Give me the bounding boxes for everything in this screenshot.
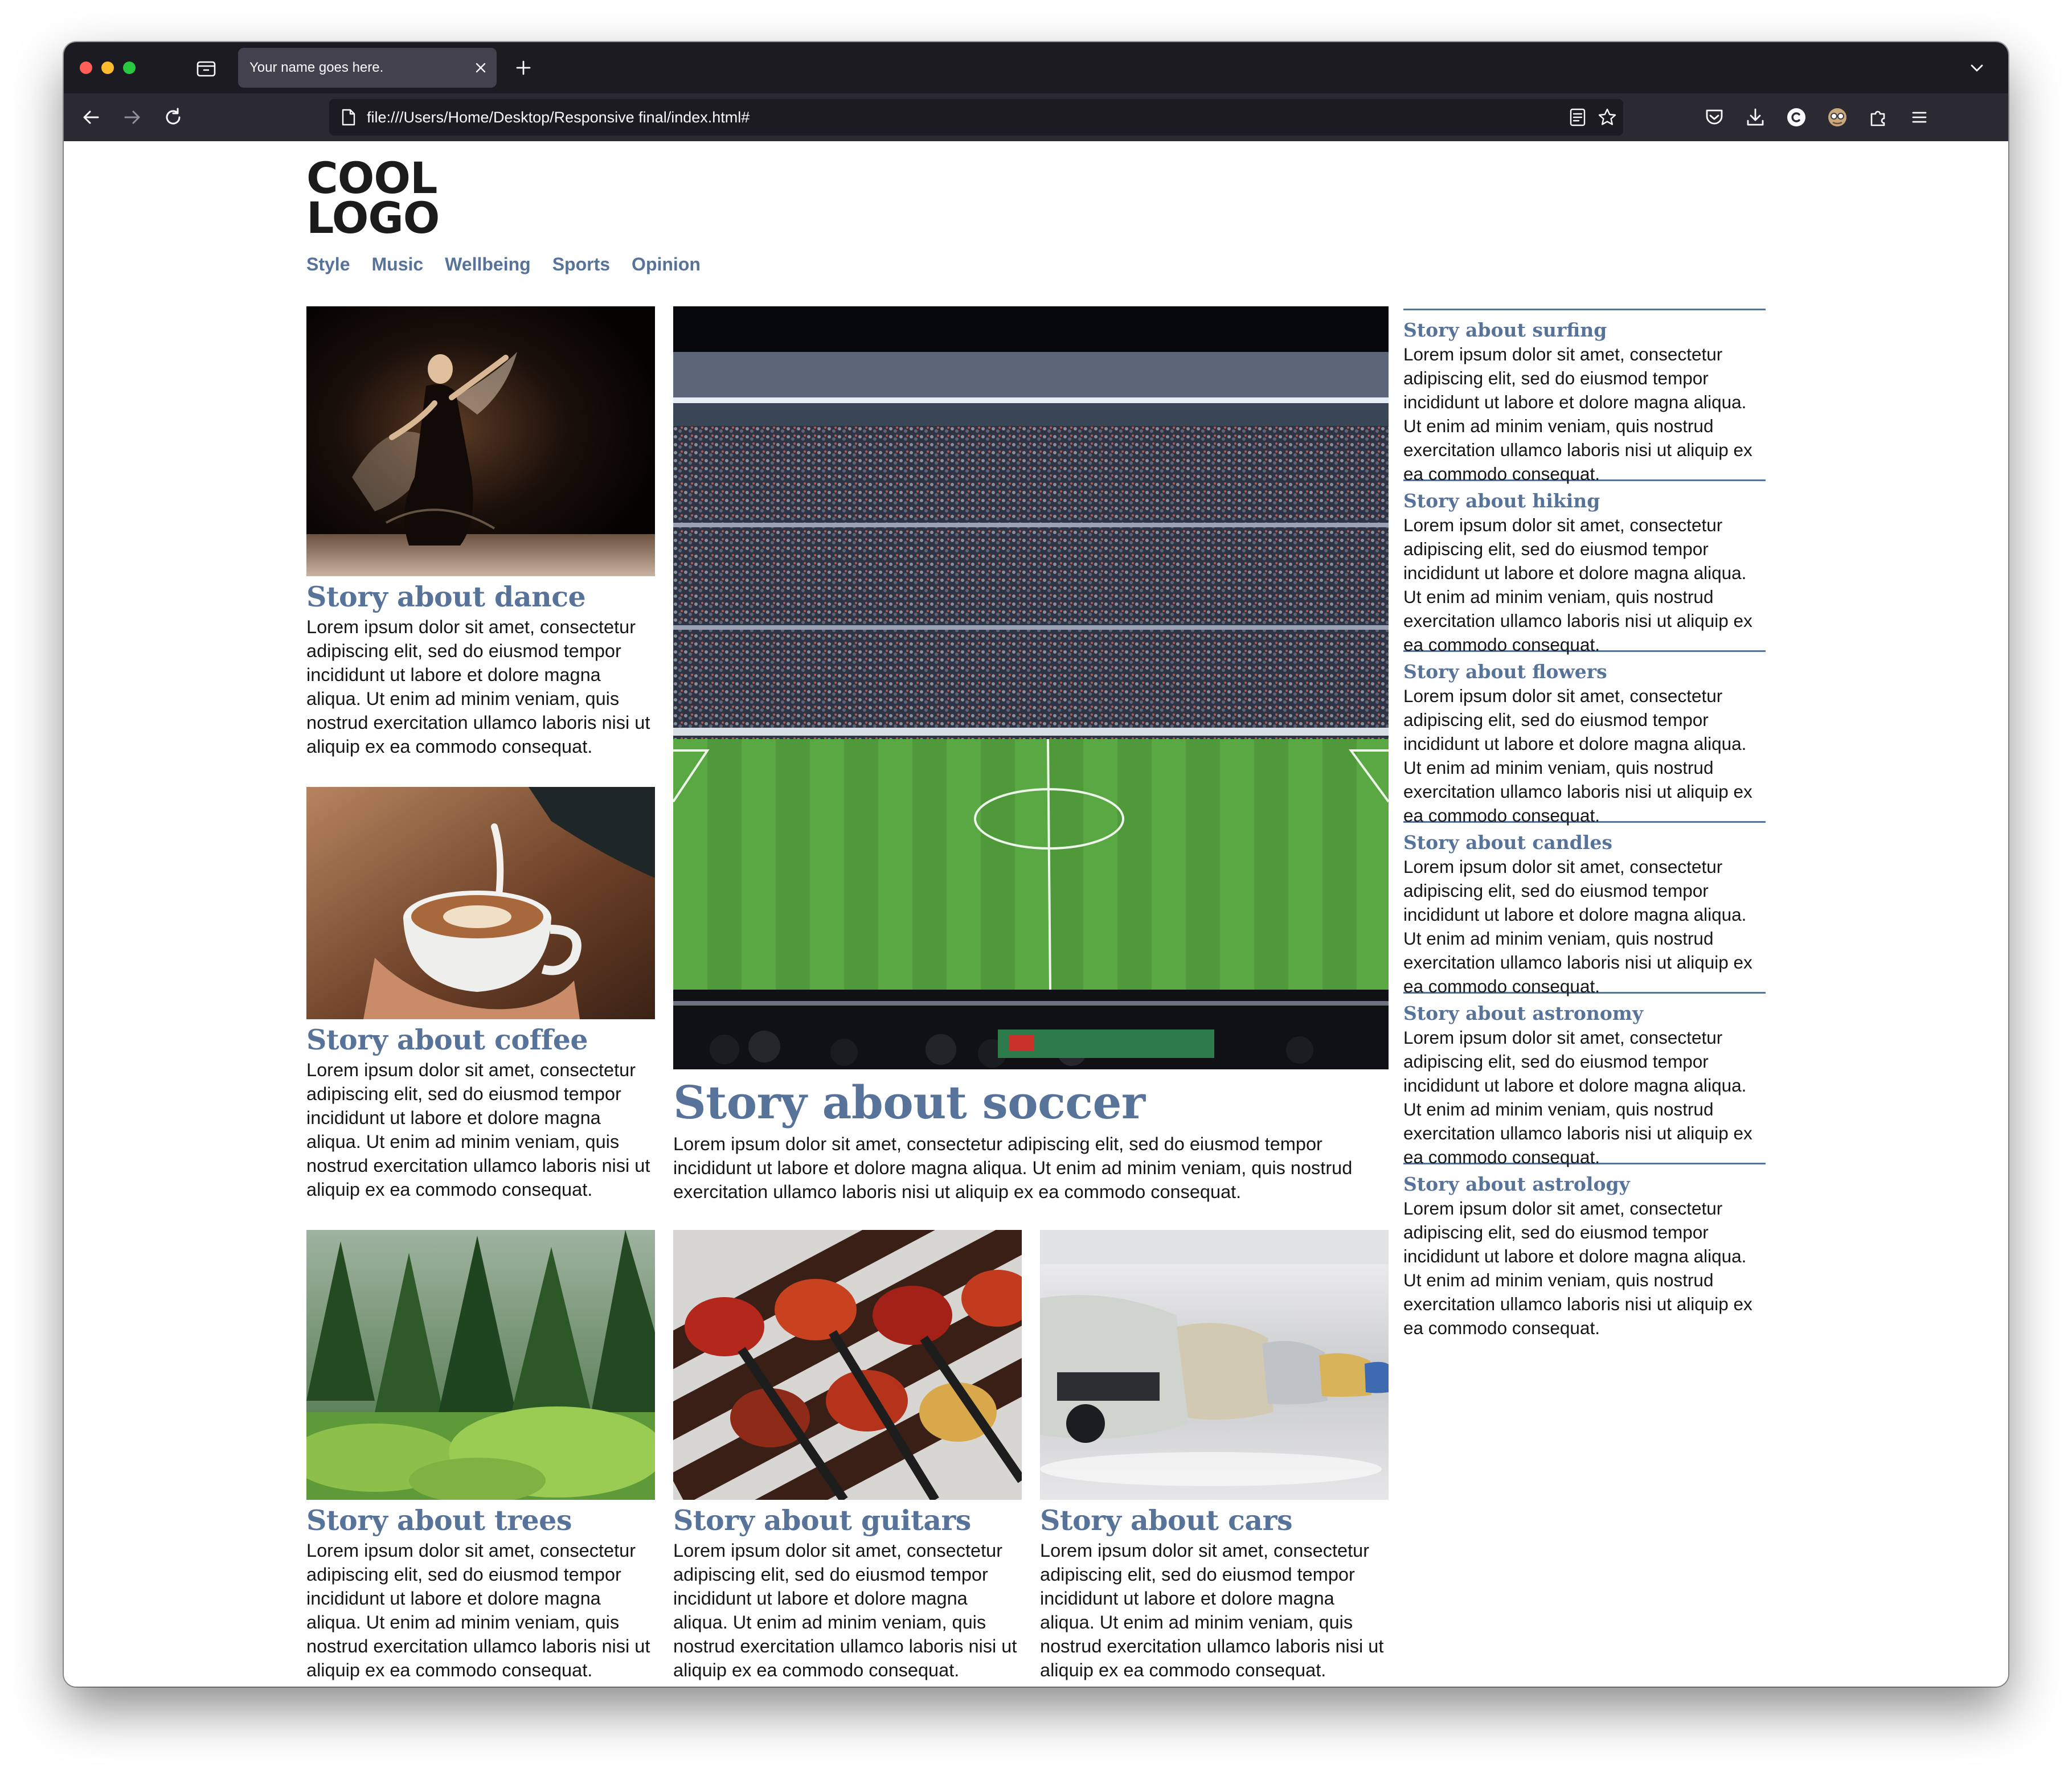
story-coffee: Story about coffee Lorem ipsum dolor sit… (306, 787, 655, 1201)
navigation-toolbar: file:///Users/Home/Desktop/Responsive fi… (64, 93, 2008, 141)
story-body: Lorem ipsum dolor sit amet, consectetur … (1040, 1540, 1384, 1680)
tab-title: Your name goes here. (249, 60, 384, 75)
cars-image[interactable] (1040, 1230, 1389, 1500)
nav-link-opinion[interactable]: Opinion (632, 254, 701, 275)
sidebar-story-title[interactable]: Story about candles (1403, 831, 1766, 855)
story-soccer: Story about soccer Lorem ipsum dolor sit… (673, 306, 1389, 1204)
story-title[interactable]: Story about coffee (306, 1022, 655, 1058)
story-title[interactable]: Story about dance (306, 579, 655, 615)
soccer-image[interactable] (673, 306, 1389, 1069)
sidebar-story-title[interactable]: Story about surfing (1403, 318, 1766, 342)
extensions-puzzle-icon[interactable] (1867, 106, 1890, 129)
url-bar[interactable]: file:///Users/Home/Desktop/Responsive fi… (329, 99, 1623, 136)
story-cars: Story about cars Lorem ipsum dolor sit a… (1040, 1230, 1389, 1682)
sidebar-story-astrology: Story about astrology Lorem ipsum dolor … (1403, 1163, 1766, 1349)
story-body: Lorem ipsum dolor sit amet, consectetur … (306, 617, 650, 757)
hamburger-menu-icon[interactable] (1908, 106, 1931, 129)
story-guitars: Story about guitars Lorem ipsum dolor si… (673, 1230, 1022, 1682)
sidebar-story-body: Lorem ipsum dolor sit amet, consectetur … (1403, 344, 1752, 484)
sidebar-story-body: Lorem ipsum dolor sit amet, consectetur … (1403, 515, 1752, 655)
zoom-window-button[interactable] (123, 61, 136, 74)
extension-avatar-icon[interactable] (1826, 106, 1849, 129)
story-body: Lorem ipsum dolor sit amet, consectetur … (673, 1540, 1017, 1680)
bookmark-star-icon[interactable] (1597, 107, 1618, 128)
sidebar-story-body: Lorem ipsum dolor sit amet, consectetur … (1403, 686, 1752, 826)
sidebar-story-flowers: Story about flowers Lorem ipsum dolor si… (1403, 650, 1766, 826)
nav-link-wellbeing[interactable]: Wellbeing (445, 254, 531, 275)
reader-view-icon[interactable] (1567, 107, 1588, 128)
reload-icon[interactable] (162, 106, 185, 129)
sidebar-story-body: Lorem ipsum dolor sit amet, consectetur … (1403, 1027, 1752, 1167)
nav-link-style[interactable]: Style (306, 254, 350, 275)
site-logo[interactable]: COOL LOGO (306, 157, 440, 240)
story-title[interactable]: Story about trees (306, 1502, 655, 1539)
download-icon[interactable] (1744, 106, 1767, 129)
sidebar-story-title[interactable]: Story about hiking (1403, 489, 1766, 513)
story-body: Lorem ipsum dolor sit amet, consectetur … (673, 1134, 1353, 1202)
main-nav: Style Music Wellbeing Sports Opinion (306, 254, 701, 275)
active-tab[interactable]: Your name goes here. (238, 48, 497, 88)
sidebar-story-candles: Story about candles Lorem ipsum dolor si… (1403, 821, 1766, 996)
forward-arrow-icon[interactable] (121, 106, 144, 129)
coffee-image[interactable] (306, 787, 655, 1019)
page-content: COOL LOGO Style Music Wellbeing Sports O… (306, 141, 1766, 1687)
tab-bar: Your name goes here. (64, 42, 2008, 93)
pocket-icon[interactable] (1703, 106, 1726, 129)
dance-image[interactable] (306, 306, 655, 576)
sidebar-story-title[interactable]: Story about astrology (1403, 1172, 1766, 1196)
nav-link-music[interactable]: Music (371, 254, 423, 275)
close-window-button[interactable] (80, 61, 92, 74)
story-title[interactable]: Story about cars (1040, 1502, 1389, 1539)
story-dance: Story about dance Lorem ipsum dolor sit … (306, 306, 655, 758)
back-arrow-icon[interactable] (80, 106, 103, 129)
sidebar: Story about surfing Lorem ipsum dolor si… (1403, 309, 1766, 1349)
story-body: Lorem ipsum dolor sit amet, consectetur … (306, 1540, 650, 1680)
page-viewport: COOL LOGO Style Music Wellbeing Sports O… (64, 141, 2008, 1687)
sidebar-story-title[interactable]: Story about flowers (1403, 660, 1766, 684)
logo-line-2: LOGO (306, 192, 440, 243)
minimize-window-button[interactable] (101, 61, 114, 74)
story-trees: Story about trees Lorem ipsum dolor sit … (306, 1230, 655, 1682)
url-text: file:///Users/Home/Desktop/Responsive fi… (367, 109, 750, 126)
story-body: Lorem ipsum dolor sit amet, consectetur … (306, 1060, 650, 1200)
sidebar-story-surfing: Story about surfing Lorem ipsum dolor si… (1403, 309, 1766, 484)
account-icon[interactable] (1785, 106, 1808, 129)
nav-link-sports[interactable]: Sports (552, 254, 610, 275)
sidebar-story-astronomy: Story about astronomy Lorem ipsum dolor … (1403, 992, 1766, 1167)
close-icon[interactable] (474, 61, 488, 75)
chevron-down-icon[interactable] (1968, 59, 1985, 76)
browser-window: Your name goes here. file:///Users/Home/… (64, 42, 2008, 1687)
sidebar-story-body: Lorem ipsum dolor sit amet, consectetur … (1403, 856, 1752, 996)
story-title[interactable]: Story about soccer (673, 1073, 1389, 1132)
page-icon (342, 109, 355, 126)
guitars-image[interactable] (673, 1230, 1022, 1500)
sidebar-story-hiking: Story about hiking Lorem ipsum dolor sit… (1403, 479, 1766, 655)
trees-image[interactable] (306, 1230, 655, 1500)
tab-overview-icon[interactable] (196, 58, 216, 77)
sidebar-story-title[interactable]: Story about astronomy (1403, 1002, 1766, 1026)
plus-icon[interactable] (513, 57, 534, 79)
story-title[interactable]: Story about guitars (673, 1502, 1022, 1539)
sidebar-story-body: Lorem ipsum dolor sit amet, consectetur … (1403, 1198, 1752, 1338)
